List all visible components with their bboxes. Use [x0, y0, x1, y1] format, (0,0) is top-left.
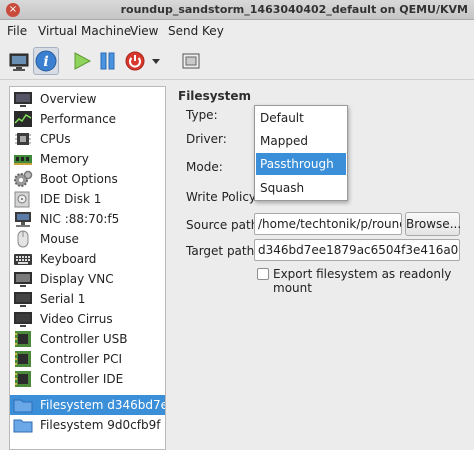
sidebar-item-controller-ide[interactable]: Controller IDE — [10, 369, 165, 389]
dropdown-option-default[interactable]: Default — [256, 107, 346, 129]
mode-label: Mode: — [186, 160, 223, 174]
sidebar-item-label: Controller IDE — [40, 372, 124, 386]
sidebar-item-performance[interactable]: Performance — [10, 109, 165, 129]
keyboard-icon — [14, 254, 32, 265]
readonly-checkbox[interactable] — [257, 268, 269, 280]
source-path-label: Source path: — [186, 218, 263, 232]
sidebar-item-filesystem-d346bd7e[interactable]: Filesystem d346bd7e — [10, 395, 165, 415]
menu-virtual-machine[interactable]: Virtual Machine — [38, 24, 131, 38]
network-icon — [15, 212, 31, 227]
monitor-icon — [14, 92, 32, 107]
controller-icon — [15, 351, 31, 367]
play-icon — [74, 52, 92, 70]
sidebar-item-label: Mouse — [40, 232, 79, 246]
shutdown-button[interactable] — [123, 47, 149, 75]
folder-icon — [13, 419, 33, 433]
gears-icon — [14, 170, 33, 187]
sidebar-item-serial[interactable]: Serial 1 — [10, 289, 165, 309]
svg-text:i: i — [43, 54, 48, 70]
cpu-chip-icon — [15, 133, 31, 145]
chevron-down-icon — [152, 59, 160, 64]
sidebar-item-cpus[interactable]: CPUs — [10, 129, 165, 149]
target-path-input[interactable]: d346bd7ee1879ac6504f3e416a0d64c — [254, 239, 460, 261]
readonly-label: Export filesystem as readonly mount — [273, 267, 452, 295]
memory-module-icon — [14, 155, 32, 165]
mouse-icon — [17, 230, 29, 248]
write-policy-label: Write Policy: — [186, 190, 260, 204]
sidebar-item-ide-disk[interactable]: IDE Disk 1 — [10, 189, 165, 209]
toolbar: i — [0, 42, 474, 80]
section-heading: Filesystem — [178, 89, 252, 103]
sidebar-item-label: Boot Options — [40, 172, 118, 186]
sidebar-item-label: NIC :88:70:f5 — [40, 212, 120, 226]
sidebar-item-label: Performance — [40, 112, 117, 126]
pause-icon — [100, 52, 115, 70]
sidebar-item-keyboard[interactable]: Keyboard — [10, 249, 165, 269]
sidebar-item-filesystem-9d0cfb9f[interactable]: Filesystem 9d0cfb9f — [10, 415, 165, 435]
sidebar-item-label: Filesystem 9d0cfb9f — [40, 418, 161, 432]
pause-button[interactable] — [96, 47, 120, 75]
dropdown-option-mapped[interactable]: Mapped — [256, 130, 346, 152]
sidebar-item-mouse[interactable]: Mouse — [10, 229, 165, 249]
performance-graph-icon — [14, 111, 32, 127]
source-path-input[interactable]: /home/techtonik/p/roundu — [254, 213, 402, 235]
sidebar-item-controller-pci[interactable]: Controller PCI — [10, 349, 165, 369]
dropdown-option-squash[interactable]: Squash — [256, 177, 346, 199]
sidebar-item-memory[interactable]: Memory — [10, 149, 165, 169]
menu-view[interactable]: View — [130, 24, 158, 38]
run-button[interactable] — [70, 47, 94, 75]
sidebar-item-video-cirrus[interactable]: Video Cirrus — [10, 309, 165, 329]
menu-send-key[interactable]: Send Key — [168, 24, 224, 38]
monitor-icon — [9, 53, 29, 71]
target-path-label: Target path: — [186, 244, 259, 258]
sidebar-item-label: CPUs — [40, 132, 71, 146]
sidebar-item-label: IDE Disk 1 — [40, 192, 102, 206]
shutdown-menu-button[interactable] — [150, 47, 162, 75]
browse-button[interactable]: Browse... — [405, 212, 461, 236]
info-icon: i — [35, 50, 57, 72]
mode-dropdown-popup: Default Mapped Passthrough Squash — [254, 105, 348, 201]
disk-icon — [14, 191, 30, 208]
menu-bar: File Virtual Machine View Send Key — [0, 20, 474, 42]
sidebar-item-overview[interactable]: Overview — [10, 89, 165, 109]
sidebar-item-label: Overview — [40, 92, 97, 106]
sidebar-item-boot-options[interactable]: Boot Options — [10, 169, 165, 189]
sidebar-item-label: Controller PCI — [40, 352, 122, 366]
driver-label: Driver: — [186, 132, 227, 146]
sidebar-item-label: Serial 1 — [40, 292, 86, 306]
folder-icon — [13, 399, 33, 413]
video-icon — [14, 312, 32, 327]
sidebar-item-label: Video Cirrus — [40, 312, 113, 326]
display-icon — [14, 272, 32, 287]
window-title: roundup_sandstorm_1463040402_default on … — [120, 3, 468, 16]
sidebar-item-nic[interactable]: NIC :88:70:f5 — [10, 209, 165, 229]
sidebar-item-label: Memory — [40, 152, 89, 166]
serial-icon — [14, 292, 32, 307]
sidebar-item-label: Keyboard — [40, 252, 97, 266]
close-icon[interactable]: × — [6, 3, 20, 17]
power-icon — [125, 51, 145, 71]
title-bar: × roundup_sandstorm_1463040402_default o… — [0, 0, 474, 20]
sidebar-item-display-vnc[interactable]: Display VNC — [10, 269, 165, 289]
fullscreen-icon — [182, 53, 200, 69]
sidebar-item-label: Filesystem d346bd7e — [40, 398, 166, 412]
details-button[interactable]: i — [33, 47, 59, 75]
sidebar-item-label: Display VNC — [40, 272, 114, 286]
menu-file[interactable]: File — [7, 24, 27, 38]
fullscreen-button[interactable] — [178, 47, 204, 75]
sidebar-item-label: Controller USB — [40, 332, 128, 346]
type-label: Type: — [186, 108, 218, 122]
console-button[interactable] — [5, 47, 33, 75]
hardware-list: Overview Performance CPUs Memory Boot Op… — [9, 86, 166, 450]
dropdown-option-passthrough[interactable]: Passthrough — [256, 153, 346, 175]
controller-icon — [15, 331, 31, 347]
sidebar-item-controller-usb[interactable]: Controller USB — [10, 329, 165, 349]
controller-icon — [15, 371, 31, 387]
